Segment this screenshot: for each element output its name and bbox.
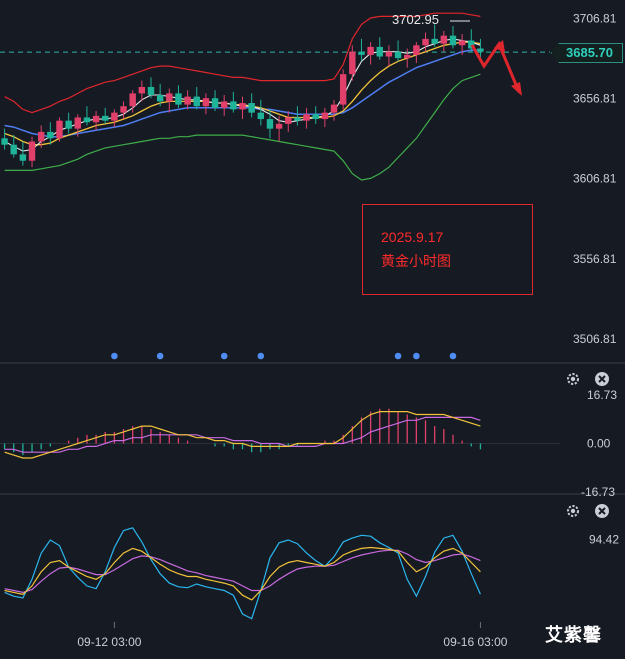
signal-dot xyxy=(449,352,457,360)
candle-body xyxy=(376,46,383,57)
candle-body xyxy=(47,131,54,139)
forecast-arrows xyxy=(470,40,522,96)
kdj-y-tick-label: 94.42 xyxy=(589,533,619,547)
candle-body xyxy=(56,120,63,139)
close-icon[interactable] xyxy=(594,371,610,387)
candle-body xyxy=(294,117,301,121)
candle-body xyxy=(440,35,448,44)
candle-body xyxy=(385,51,393,57)
candle-body xyxy=(367,46,374,55)
y-tick-label: 3706.81 xyxy=(573,11,617,25)
x-tick-label: 09-16 03:00 xyxy=(443,635,507,649)
signal-dot xyxy=(257,352,265,360)
y-tick-label: 3556.81 xyxy=(573,252,617,266)
candle-body xyxy=(175,93,182,105)
candle-body xyxy=(111,112,118,121)
candle-body xyxy=(358,51,365,55)
annotation-text: 黄金小时图 xyxy=(381,253,451,269)
chart-canvas: 3706.81 3656.81 3606.81 3556.81 3506.81 16.73… xyxy=(0,11,625,649)
kdj-j-line xyxy=(4,527,481,620)
candle-body xyxy=(394,51,402,59)
candle-body xyxy=(431,38,438,44)
candle-body xyxy=(102,115,109,121)
y-tick-label: 3506.81 xyxy=(573,332,617,346)
candle-body xyxy=(10,144,17,155)
high-marker-label: 3702.95 xyxy=(392,12,439,27)
candle-body xyxy=(120,106,127,113)
candle-body xyxy=(404,54,411,59)
candle-body xyxy=(28,141,36,161)
macd-y-tick-label: -16.73 xyxy=(581,485,615,499)
candle-body xyxy=(458,40,466,46)
candle-body xyxy=(303,114,310,121)
candle-body xyxy=(230,101,237,110)
y-tick-label: 3606.81 xyxy=(573,172,617,186)
candle-body xyxy=(83,117,91,123)
macd-y-tick-label: 16.73 xyxy=(587,388,617,402)
gear-icon[interactable] xyxy=(565,371,581,387)
candle-body xyxy=(285,117,292,124)
candle-body xyxy=(184,96,191,105)
candle-body xyxy=(19,154,27,161)
candle-body xyxy=(477,48,484,52)
candle-body xyxy=(129,93,136,107)
candle-body xyxy=(266,119,274,129)
annotation-date: 2025.9.17 xyxy=(381,229,444,245)
candle-body xyxy=(65,120,72,129)
candle-body xyxy=(239,103,246,110)
candle-body xyxy=(321,112,329,120)
signal-dot xyxy=(394,352,402,360)
candle-body xyxy=(275,123,283,129)
watermark: 艾紫馨 xyxy=(545,625,602,645)
candle-body xyxy=(193,96,200,107)
candle-body xyxy=(413,45,420,55)
candle-body xyxy=(422,38,429,46)
candle-body xyxy=(156,95,164,102)
kdj-panel[interactable] xyxy=(4,527,481,620)
candle-body xyxy=(147,86,155,95)
signal-dot xyxy=(111,352,118,360)
candle-body xyxy=(449,35,457,46)
x-tick-label: 09-12 03:00 xyxy=(77,635,141,649)
candle-body xyxy=(138,86,146,94)
macd-y-tick-label: 0.00 xyxy=(587,437,611,451)
candle-body xyxy=(74,117,81,129)
signal-dot xyxy=(156,352,164,360)
y-tick-label: 3656.81 xyxy=(573,92,617,106)
candle-body xyxy=(211,98,219,108)
candle-body xyxy=(248,103,255,113)
signal-dot xyxy=(220,352,228,360)
macd-dif-line xyxy=(4,411,481,459)
gear-icon[interactable] xyxy=(565,503,581,519)
candle-body xyxy=(37,131,45,142)
candle-body xyxy=(257,112,265,120)
candle-body xyxy=(330,104,338,113)
price-panel[interactable] xyxy=(0,12,550,360)
macd-panel[interactable] xyxy=(0,408,560,459)
signal-dot xyxy=(413,352,420,360)
candle-body xyxy=(220,101,228,108)
candle-body xyxy=(202,98,210,107)
axes-layer: 3706.81 3656.81 3606.81 3556.81 3506.81 16.73… xyxy=(0,11,625,649)
close-icon[interactable] xyxy=(594,503,610,519)
current-price-badge: 3685.70 xyxy=(551,43,623,63)
annotation-box: 2025.9.17 黄金小时图 xyxy=(362,204,533,295)
candle-body xyxy=(166,93,173,102)
candle-body xyxy=(1,138,8,145)
candle-body xyxy=(339,74,347,105)
candle-body xyxy=(312,114,319,120)
candle-body xyxy=(92,115,100,123)
forecast-arrow-head xyxy=(511,82,522,96)
candle-body xyxy=(349,51,356,75)
